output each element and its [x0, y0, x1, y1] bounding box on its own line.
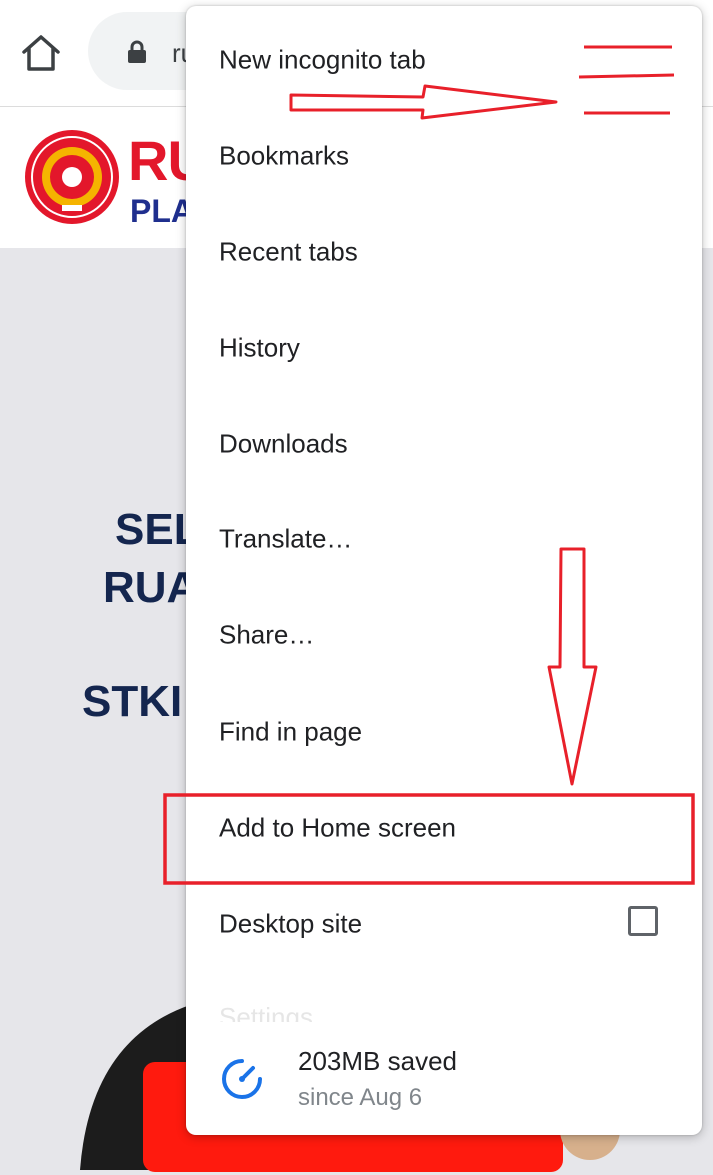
- savings-subtitle: since Aug 6: [298, 1084, 423, 1111]
- home-icon[interactable]: [18, 30, 64, 76]
- data-savings-row[interactable]: 203MB saved since Aug 6: [186, 1036, 702, 1126]
- menu-item-label: Add to Home screen: [219, 812, 457, 843]
- menu-item-label: New incognito tab: [219, 44, 426, 75]
- menu-item-desktop-site[interactable]: Desktop site: [186, 876, 702, 972]
- savings-title: 203MB saved: [298, 1046, 457, 1076]
- site-brand-bottom: PLA: [130, 193, 194, 229]
- desktop-site-checkbox[interactable]: [628, 906, 658, 936]
- menu-item-label: Downloads: [219, 428, 348, 459]
- menu-item-label: Desktop site: [219, 908, 363, 939]
- speedometer-icon: [219, 1056, 265, 1102]
- university-seal-logo: [22, 127, 122, 227]
- menu-item-label: Recent tabs: [219, 236, 358, 267]
- menu-item-label: Translate…: [219, 523, 353, 554]
- menu-item-share[interactable]: Share…: [186, 587, 702, 683]
- menu-item-translate[interactable]: Translate…: [186, 491, 702, 587]
- menu-item-label: Bookmarks: [219, 140, 350, 171]
- menu-item-bookmarks[interactable]: Bookmarks: [186, 108, 702, 204]
- menu-item-settings-faded: Settings: [219, 1002, 313, 1022]
- menu-item-label: Share…: [219, 619, 315, 650]
- menu-item-downloads[interactable]: Downloads: [186, 396, 702, 492]
- hero-heading-line-2: RUA: [103, 563, 199, 612]
- hero-heading-line-3: STKI: [82, 677, 183, 726]
- menu-item-history[interactable]: History: [186, 300, 702, 396]
- menu-item-recent-tabs[interactable]: Recent tabs: [186, 204, 702, 300]
- menu-item-add-to-home-screen[interactable]: Add to Home screen: [186, 780, 702, 876]
- overflow-menu: New incognito tab Bookmarks Recent tabs …: [186, 6, 702, 1135]
- lock-icon: [124, 39, 150, 65]
- menu-item-label: History: [219, 332, 300, 363]
- menu-item-label: Find in page: [219, 716, 363, 747]
- menu-item-new-incognito-tab[interactable]: New incognito tab: [186, 12, 702, 108]
- menu-item-find-in-page[interactable]: Find in page: [186, 684, 702, 780]
